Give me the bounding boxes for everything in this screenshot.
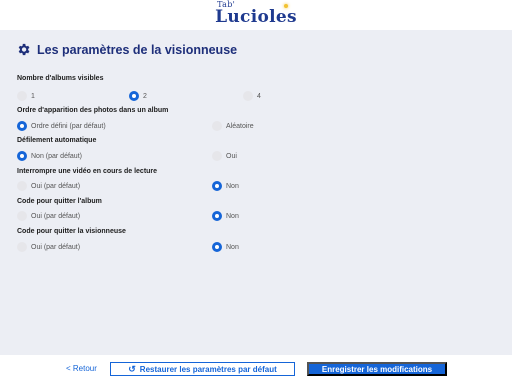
radio-selected-icon bbox=[212, 211, 222, 221]
radio-label: 2 bbox=[143, 92, 147, 100]
radio-option[interactable]: 2 bbox=[129, 91, 147, 101]
gear-icon bbox=[18, 43, 30, 56]
setting-label-exit-viewer-code: Code pour quitter la visionneuse bbox=[17, 228, 126, 235]
reset-defaults-label: Restaurer les paramètres par défaut bbox=[139, 364, 277, 374]
firefly-icon bbox=[283, 4, 288, 8]
app-logo: Tab' Lucioles bbox=[215, 0, 297, 27]
radio-label: 4 bbox=[257, 92, 261, 100]
radio-option[interactable]: Non bbox=[212, 211, 239, 221]
radio-icon bbox=[17, 242, 27, 252]
radio-label: Non bbox=[226, 182, 239, 190]
setting-label-photo-order: Ordre d'apparition des photos dans un al… bbox=[17, 107, 169, 114]
radio-label: Non bbox=[226, 243, 239, 251]
logo-prefix: Tab' bbox=[217, 0, 236, 9]
radio-option[interactable]: Non (par défaut) bbox=[17, 151, 82, 161]
radio-option[interactable]: Oui (par défaut) bbox=[17, 242, 80, 252]
radio-selected-icon bbox=[17, 151, 27, 161]
page-title-text: Les paramètres de la visionneuse bbox=[37, 42, 238, 57]
radio-icon bbox=[212, 151, 222, 161]
radio-icon bbox=[212, 121, 222, 131]
radio-option[interactable]: 4 bbox=[243, 91, 261, 101]
radio-label: 1 bbox=[31, 92, 35, 100]
header: Tab' Lucioles bbox=[0, 0, 512, 30]
radio-label: Ordre défini (par défaut) bbox=[31, 122, 106, 130]
radio-option[interactable]: 1 bbox=[17, 91, 35, 101]
radio-selected-icon bbox=[212, 181, 222, 191]
radio-icon bbox=[17, 91, 27, 101]
radio-label: Oui bbox=[226, 152, 237, 160]
radio-label: Non bbox=[226, 212, 239, 220]
setting-label-visible-albums: Nombre d'albums visibles bbox=[17, 75, 104, 82]
radio-selected-icon bbox=[17, 121, 27, 131]
settings-panel: Les paramètres de la visionneuse Nombre … bbox=[0, 30, 512, 355]
radio-label: Aléatoire bbox=[226, 122, 254, 130]
radio-option[interactable]: Aléatoire bbox=[212, 121, 254, 131]
reset-defaults-button[interactable]: ↺ Restaurer les paramètres par défaut bbox=[110, 362, 295, 376]
save-changes-button[interactable]: Enregistrer les modifications bbox=[307, 362, 447, 376]
radio-selected-icon bbox=[129, 91, 139, 101]
setting-label-interrupt-video: Interrompre une vidéo en cours de lectur… bbox=[17, 168, 158, 175]
radio-label: Oui (par défaut) bbox=[31, 212, 81, 220]
radio-option[interactable]: Oui (par défaut) bbox=[17, 211, 80, 221]
radio-option[interactable]: Non bbox=[212, 242, 239, 252]
radio-label: Oui (par défaut) bbox=[31, 243, 81, 251]
radio-label: Oui (par défaut) bbox=[31, 182, 81, 190]
radio-option[interactable]: Ordre défini (par défaut) bbox=[17, 121, 106, 131]
radio-icon bbox=[17, 211, 27, 221]
radio-option[interactable]: Oui (par défaut) bbox=[17, 181, 80, 191]
radio-option[interactable]: Oui bbox=[212, 151, 237, 161]
undo-icon: ↺ bbox=[128, 363, 136, 374]
setting-label-autoscroll: Défilement automatique bbox=[17, 137, 97, 144]
radio-label: Non (par défaut) bbox=[31, 152, 82, 160]
footer: < Retour ↺ Restaurer les paramètres par … bbox=[0, 355, 512, 384]
radio-option[interactable]: Non bbox=[212, 181, 239, 191]
setting-label-exit-album-code: Code pour quitter l'album bbox=[17, 198, 102, 205]
page-title: Les paramètres de la visionneuse bbox=[16, 42, 237, 57]
radio-selected-icon bbox=[212, 242, 222, 252]
radio-icon bbox=[243, 91, 253, 101]
radio-icon bbox=[17, 181, 27, 191]
back-link[interactable]: < Retour bbox=[66, 364, 97, 373]
